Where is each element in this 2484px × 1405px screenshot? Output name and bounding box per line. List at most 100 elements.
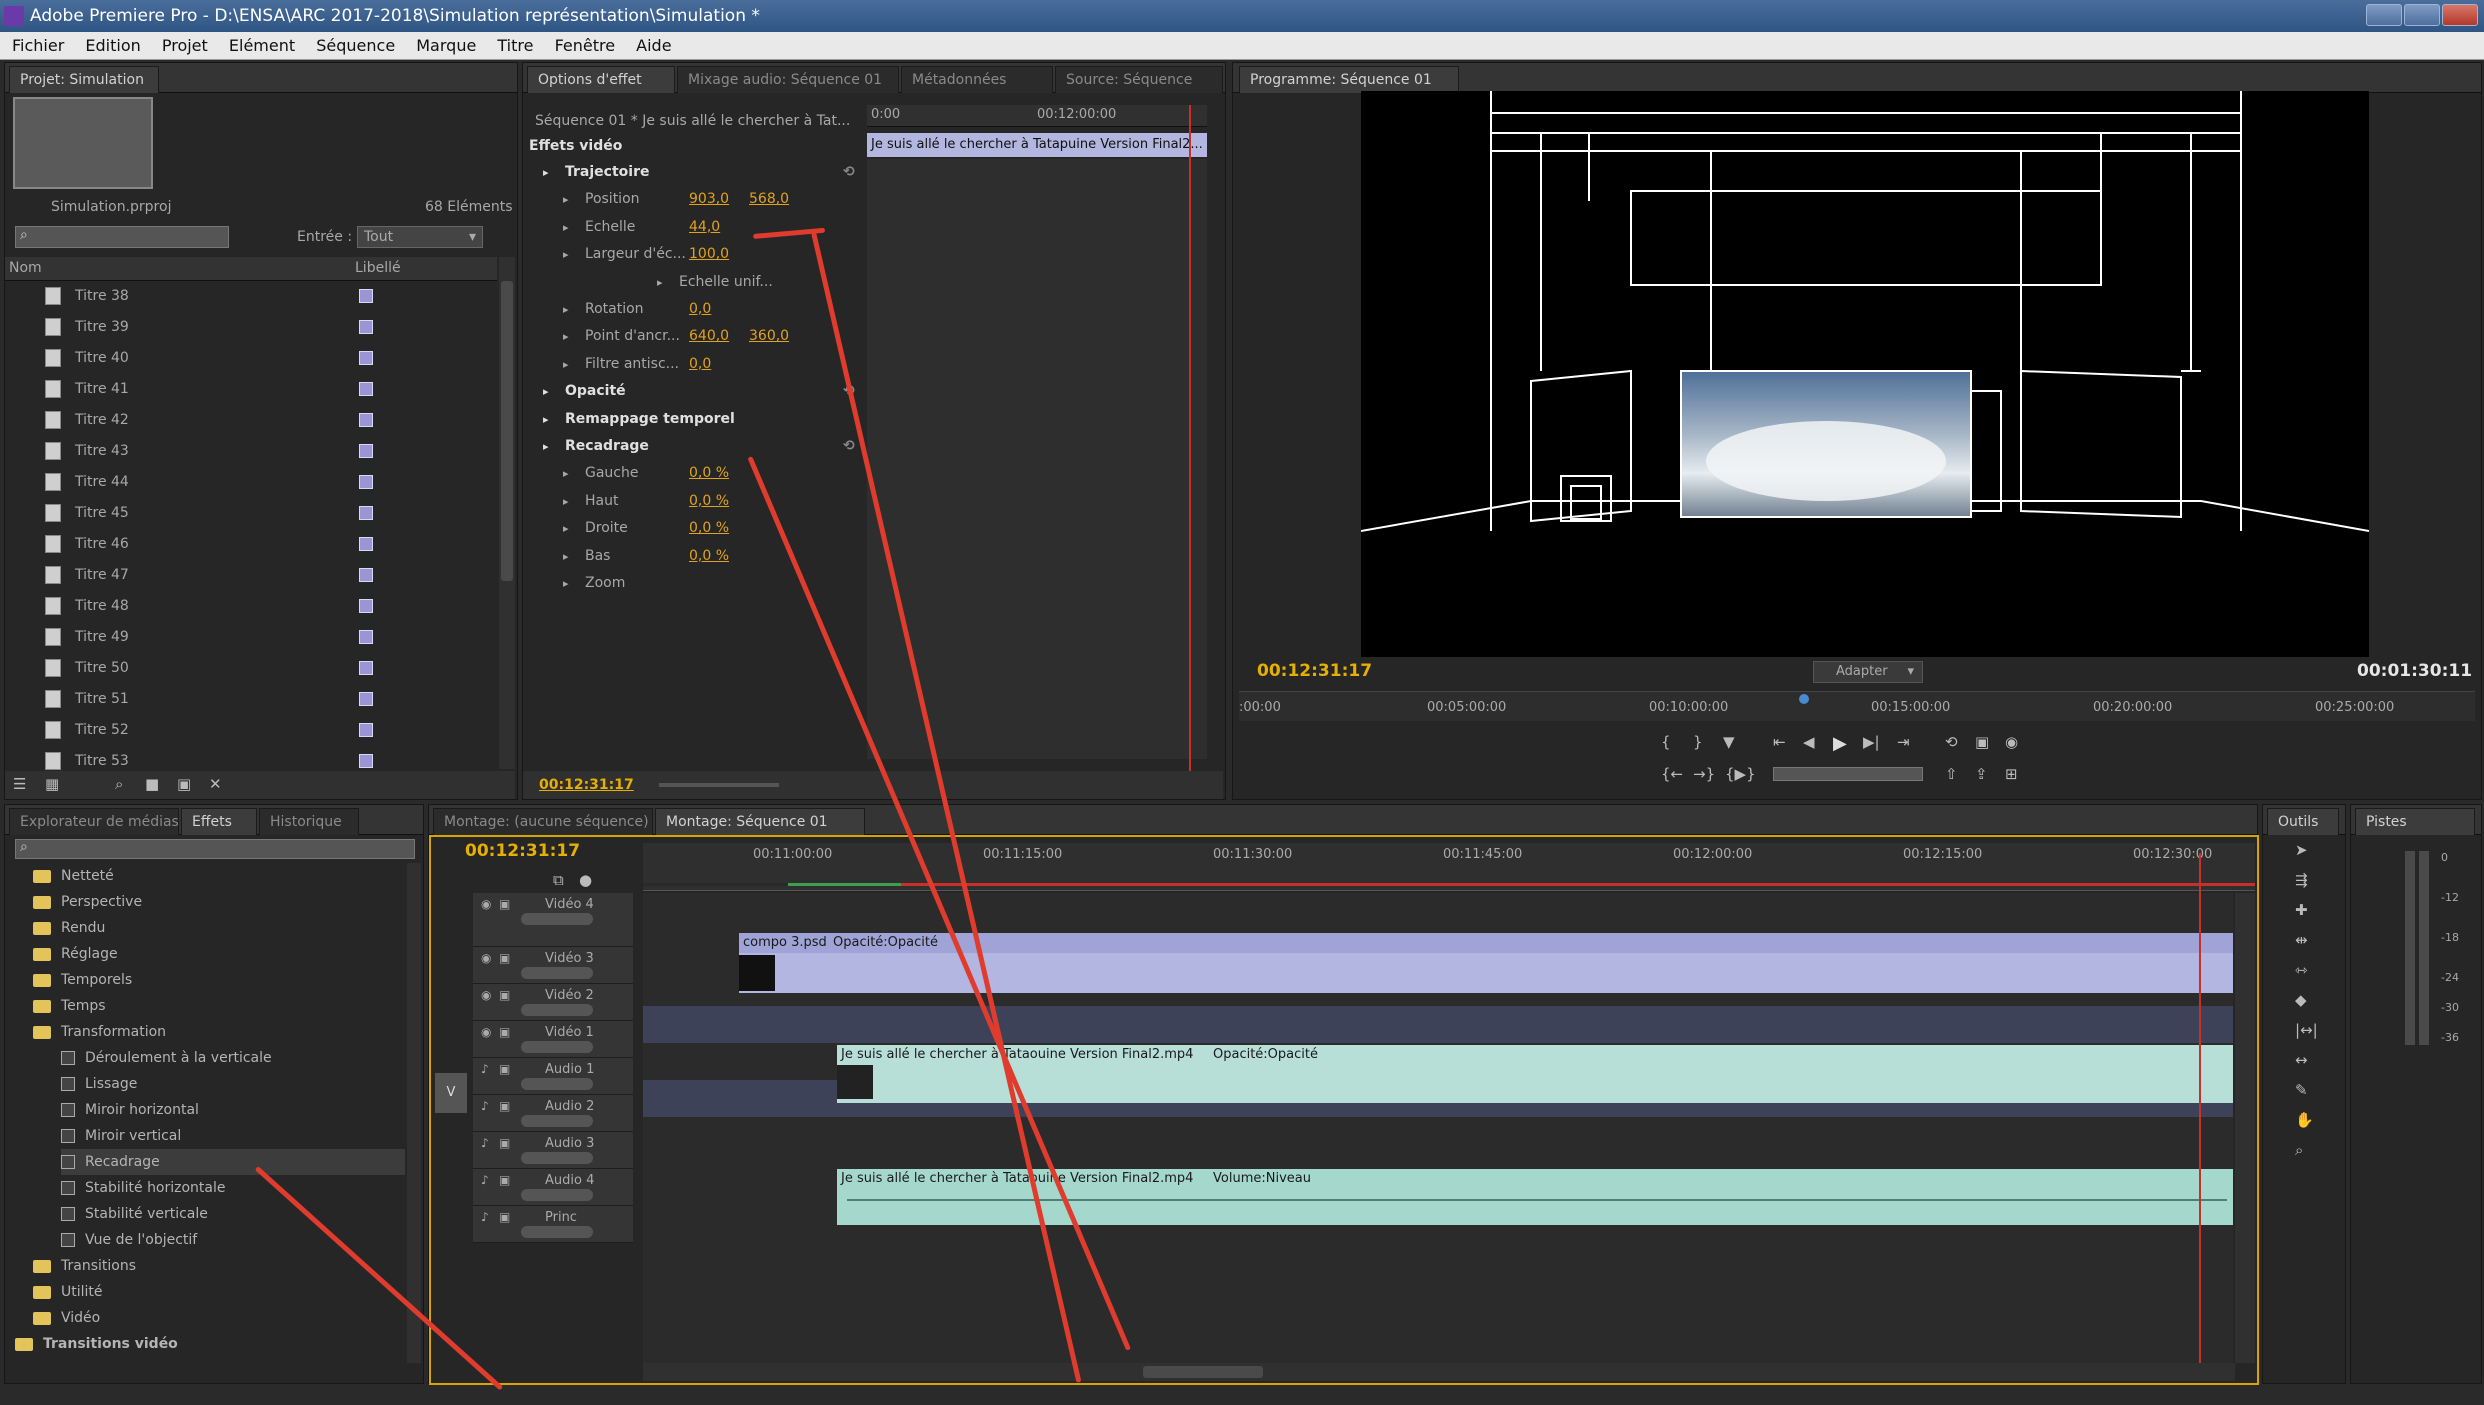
minimize-button[interactable] (2366, 4, 2402, 26)
lock-icon[interactable]: ▣ (499, 1136, 510, 1150)
safe-margins-icon[interactable]: ▣ (1975, 733, 1989, 751)
clip-video-effect[interactable]: Opacité:Opacité (1209, 1045, 1318, 1065)
effect-param-value-2[interactable]: 360,0 (749, 323, 789, 350)
go-to-in-point-icon[interactable]: {← (1661, 765, 1683, 783)
program-time-ruler[interactable]: :00:00 00:05:00:00 00:10:00:00 00:15:00:… (1239, 691, 2475, 721)
toggle-arrow-icon[interactable]: ▸ (563, 296, 569, 323)
speaker-icon[interactable]: ♪ (481, 1062, 489, 1076)
effect-item[interactable]: Déroulement à la verticale (61, 1045, 405, 1071)
col-name-header[interactable]: Nom (9, 260, 42, 276)
project-search-input[interactable]: ⌕ (15, 226, 229, 248)
project-list-item[interactable]: Titre 43 (5, 436, 497, 467)
lock-icon[interactable]: ▣ (499, 1099, 510, 1113)
project-list-item[interactable]: Titre 49 (5, 622, 497, 653)
speaker-icon[interactable]: ♪ (481, 1210, 489, 1224)
list-view-icon[interactable]: ☰ (13, 775, 26, 793)
hscroll-thumb[interactable] (1143, 1366, 1263, 1378)
effects-folder[interactable]: Temporels (33, 967, 405, 993)
project-list-item[interactable]: Titre 42 (5, 405, 497, 436)
tab-program-monitor[interactable]: Programme: Séquence 01 (1239, 66, 1459, 93)
track-header[interactable]: ♪ ▣ Audio 3 (473, 1132, 633, 1169)
lock-icon[interactable]: ▣ (499, 1062, 510, 1076)
zoom-tool-icon[interactable]: ⌕ (2295, 1141, 2303, 1159)
lock-icon[interactable]: ▣ (499, 897, 510, 911)
lock-icon[interactable]: ▣ (499, 1210, 510, 1224)
timeline-timecode[interactable]: 00:12:31:17 (465, 841, 580, 861)
lock-icon[interactable]: ▣ (499, 1173, 510, 1187)
effect-param-row[interactable]: ▸Opacité⟲ (529, 378, 861, 405)
project-scrollbar[interactable] (499, 257, 515, 769)
slip-tool-icon[interactable]: |↔| (2295, 1021, 2318, 1039)
tab-media-browser[interactable]: Explorateur de médias (9, 808, 179, 835)
menu-edition[interactable]: Edition (85, 32, 140, 60)
toggle-arrow-icon[interactable]: ▸ (543, 433, 549, 460)
tab-audio-mixer[interactable]: Mixage audio: Séquence 01 (677, 66, 899, 93)
timeline-playhead-line[interactable] (2199, 853, 2201, 1363)
project-list-item[interactable]: Titre 52 (5, 715, 497, 746)
effect-param-row[interactable]: ▸ Point d'ancr... 640,0 360,0 (529, 323, 861, 350)
effects-search-input[interactable]: ⌕ (15, 839, 415, 859)
effect-param-value[interactable]: 0,0 % (689, 460, 729, 487)
tab-metadata[interactable]: Métadonnées (901, 66, 1053, 93)
effects-folder[interactable]: Utilité (33, 1279, 405, 1305)
lock-icon[interactable]: ▣ (499, 988, 510, 1002)
effects-folder[interactable]: Transitions vidéo (15, 1331, 395, 1357)
toggle-arrow-icon[interactable]: ▸ (563, 570, 569, 597)
menu-titre[interactable]: Titre (497, 32, 533, 60)
track-keyframe-control[interactable] (521, 1189, 593, 1201)
effect-param-value[interactable]: 0,0 (689, 351, 711, 378)
track-keyframe-control[interactable] (521, 967, 593, 979)
eye-icon[interactable]: ◉ (481, 951, 491, 965)
lock-icon[interactable]: ▣ (499, 951, 510, 965)
effect-param-row[interactable]: ▸ Bas 0,0 % (529, 543, 861, 570)
effect-param-value[interactable]: 0,0 % (689, 515, 729, 542)
effect-param-row[interactable]: ▸ Filtre antisc... 0,0 (529, 351, 861, 378)
new-bin-icon[interactable]: ■ (145, 775, 159, 793)
maximize-button[interactable] (2404, 4, 2440, 26)
project-list-item[interactable]: Titre 50 (5, 653, 497, 684)
project-list-item[interactable]: Titre 46 (5, 529, 497, 560)
mark-out-icon[interactable]: } (1693, 733, 1703, 751)
speaker-icon[interactable]: ♪ (481, 1173, 489, 1187)
menu-marque[interactable]: Marque (416, 32, 476, 60)
effect-param-row[interactable]: ▸ Recadrage ⟲ (529, 433, 861, 460)
effect-param-row[interactable]: ▸ Largeur d'éc... 100,0 (529, 241, 861, 268)
toggle-arrow-icon[interactable]: ▸ (563, 543, 569, 570)
track-header[interactable]: ◉ ▣ Vidéo 1 (473, 1021, 633, 1058)
add-marker-icon[interactable]: ▼ (1723, 733, 1735, 751)
track-header[interactable]: ♪ ▣ Audio 1 (473, 1058, 633, 1095)
menu-projet[interactable]: Projet (162, 32, 208, 60)
selection-tool-icon[interactable]: ➤ (2295, 841, 2308, 859)
toggle-arrow-icon[interactable]: ▸ (543, 159, 549, 186)
track-select-tool-icon[interactable]: ⇶ (2295, 871, 2308, 889)
effect-param-value[interactable]: 903,0 (689, 186, 729, 213)
timeline-ruler[interactable]: 00:11:00:00 00:11:15:00 00:11:30:00 00:1… (643, 843, 2255, 891)
effects-folder[interactable]: Temps (33, 993, 405, 1019)
toggle-arrow-icon[interactable]: ▸ (543, 406, 549, 433)
fit-zoom-select[interactable]: Adapter ▾ (1813, 661, 1923, 683)
effect-zoom-slider[interactable] (659, 783, 779, 787)
step-forward-icon[interactable]: ▶| (1863, 733, 1880, 751)
find-icon[interactable]: ⌕ (115, 775, 123, 793)
loop-icon[interactable]: ⟲ (1945, 733, 1958, 751)
close-button[interactable] (2442, 4, 2478, 26)
menu-element[interactable]: Elément (229, 32, 295, 60)
effect-param-value[interactable]: 0,0 (689, 296, 711, 323)
trim-icon[interactable]: ⊞ (2005, 765, 2018, 783)
track-header[interactable]: ♪ ▣ Audio 2 (473, 1095, 633, 1132)
go-to-in-icon[interactable]: ⇤ (1773, 733, 1786, 751)
toggle-arrow-icon[interactable]: ▸ (563, 186, 569, 213)
project-list-item[interactable]: Titre 39 (5, 312, 497, 343)
track-header[interactable]: ◉ ▣ Vidéo 4 (473, 893, 633, 947)
marker-icon[interactable]: ● (579, 871, 592, 889)
clip-psd-effect[interactable]: Opacité:Opacité (829, 933, 938, 953)
menu-fichier[interactable]: Fichier (12, 32, 64, 60)
input-filter-select[interactable]: Tout ▾ (357, 226, 483, 248)
effect-item[interactable]: Lissage (61, 1071, 405, 1097)
project-list-item[interactable]: Titre 38 (5, 281, 497, 312)
pen-tool-icon[interactable]: ✎ (2295, 1081, 2308, 1099)
project-list-item[interactable]: Titre 45 (5, 498, 497, 529)
tab-effect-options[interactable]: Options d'effet (527, 66, 675, 93)
tab-project[interactable]: Projet: Simulation (9, 66, 159, 93)
eye-icon[interactable]: ◉ (481, 897, 491, 911)
